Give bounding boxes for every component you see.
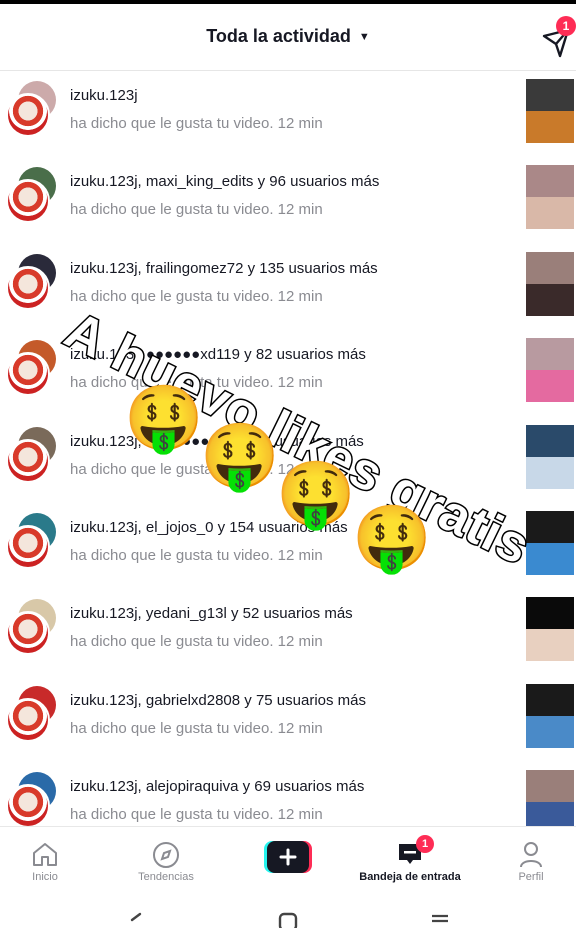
nav-inbox-label: Bandeja de entrada [359, 871, 461, 883]
activity-time: 12 min [277, 115, 323, 132]
activity-action: ha dicho que le gusta tu video. [70, 547, 274, 564]
dm-badge: 1 [556, 16, 576, 36]
nav-profile[interactable]: Perfil [500, 827, 562, 899]
profile-icon [520, 842, 542, 868]
activity-description: ha dicho que le gusta tu video. 12 min [70, 288, 323, 305]
avatar[interactable] [6, 784, 50, 829]
avatar[interactable] [6, 352, 50, 397]
activity-title[interactable]: izuku.123j, gabrielxd2808 y 75 usuarios … [70, 692, 366, 709]
activity-time: 12 min [277, 460, 323, 478]
activity-time: 12 min [277, 719, 323, 737]
activity-row[interactable]: izuku.123j ha dicho que le gusta tu video… [0, 71, 576, 157]
nav-home[interactable]: Inicio [10, 827, 80, 899]
video-thumbnail[interactable] [526, 511, 574, 575]
bottom-nav: Inicio Tendencias Bandeja de entrada 1 P… [0, 826, 576, 899]
video-thumbnail[interactable] [526, 770, 574, 835]
activity-title[interactable]: izuku.123j [70, 87, 138, 104]
inbox-badge: 1 [416, 835, 434, 853]
activity-description: ha dicho que le gusta tu video. 12 min [70, 461, 323, 478]
activity-description: ha dicho que le gusta tu video. 12 min [70, 201, 323, 218]
activity-row[interactable]: izuku.123j, ●●●●●●●●●● y ●● usuarios más… [0, 417, 576, 503]
activity-time: 12 min [277, 806, 323, 824]
activity-row[interactable]: izuku.123j, gabrielxd2808 y 75 usuarios … [0, 676, 576, 762]
system-nav-bar [0, 898, 576, 928]
activity-title[interactable]: izuku.123j, el_jojos_0 y 154 usuarios má… [70, 519, 348, 536]
activity-time: 12 min [277, 374, 323, 392]
nav-discover-label: Tendencias [138, 871, 194, 883]
activity-title[interactable]: izuku.123j, yedani_g13l y 52 usuarios má… [70, 605, 353, 622]
video-thumbnail[interactable] [526, 683, 574, 748]
thumbnail-image [526, 283, 574, 316]
back-icon[interactable] [128, 912, 144, 928]
avatar[interactable] [6, 525, 50, 569]
caret-down-icon: ▼ [358, 31, 370, 43]
nav-home-label: Inicio [32, 871, 58, 883]
recents-icon[interactable] [430, 912, 450, 928]
activity-description: ha dicho que le gusta tu video. 12 min [70, 115, 323, 132]
avatar[interactable] [6, 697, 50, 742]
activity-action: ha dicho que le gusta tu video. [70, 201, 274, 219]
activity-time: 12 min [277, 547, 323, 564]
thumbnail-image [526, 370, 574, 403]
activity-title[interactable]: izuku.123j, alejopiraquiva y 69 usuarios… [70, 778, 364, 795]
thumbnail-image [526, 197, 574, 230]
activity-description: ha dicho que le gusta tu video. 12 min [70, 633, 323, 650]
header: Toda la actividad ▼ 1 [0, 4, 576, 71]
activity-action: ha dicho que le gusta tu video. [70, 374, 274, 392]
activity-time: 12 min [277, 201, 323, 219]
thumbnail-image [526, 456, 574, 489]
activity-action: ha dicho que le gusta tu video. [70, 287, 274, 305]
activity-title[interactable]: izuku.123j, ●●●●●●xd119 y 82 usuarios má… [70, 346, 366, 363]
home-icon [33, 843, 57, 866]
avatar[interactable] [6, 438, 50, 483]
activity-title[interactable]: izuku.123j, ●●●●●●●●●● y ●● usuarios más [70, 433, 364, 450]
video-thumbnail[interactable] [526, 424, 574, 489]
activity-description: ha dicho que le gusta tu video. 12 min [70, 720, 323, 737]
avatar[interactable] [6, 93, 50, 137]
video-thumbnail[interactable] [526, 338, 574, 403]
activity-description: ha dicho que le gusta tu video. 12 min [70, 806, 323, 823]
activity-filter-dropdown[interactable]: Toda la actividad ▼ [0, 26, 576, 47]
thumbnail-image [526, 111, 574, 143]
activity-action: ha dicho que le gusta tu video. [70, 633, 274, 651]
activity-row[interactable]: izuku.123j, el_jojos_0 y 154 usuarios má… [0, 503, 576, 589]
activity-action: ha dicho que le gusta tu video. [70, 806, 274, 824]
thumbnail-image [526, 543, 574, 575]
activity-row[interactable]: izuku.123j, ●●●●●●xd119 y 82 usuarios má… [0, 330, 576, 416]
activity-action: ha dicho que le gusta tu video. [70, 460, 274, 478]
nav-inbox[interactable]: Bandeja de entrada [352, 827, 468, 899]
nav-profile-label: Perfil [518, 871, 544, 883]
avatar[interactable] [6, 611, 50, 656]
video-thumbnail[interactable] [526, 597, 574, 662]
avatar[interactable] [6, 179, 50, 224]
video-thumbnail[interactable] [526, 79, 574, 143]
activity-time: 12 min [277, 287, 323, 305]
activity-description: ha dicho que le gusta tu video. 12 min [70, 547, 323, 564]
create-button[interactable] [264, 841, 312, 873]
video-thumbnail[interactable] [526, 251, 574, 316]
activity-description: ha dicho que le gusta tu video. 12 min [70, 374, 323, 391]
avatar[interactable] [6, 265, 50, 310]
activity-title[interactable]: izuku.123j, maxi_king_edits y 96 usuario… [70, 173, 379, 190]
home-button-icon[interactable] [278, 912, 298, 928]
video-thumbnail[interactable] [526, 165, 574, 230]
page-title: Toda la actividad [206, 26, 351, 46]
activity-title[interactable]: izuku.123j, frailingomez72 y 135 usuario… [70, 260, 378, 277]
activity-row[interactable]: izuku.123j, frailingomez72 y 135 usuario… [0, 244, 576, 330]
nav-discover[interactable]: Tendencias [126, 827, 206, 899]
compass-icon [153, 842, 179, 868]
thumbnail-image [526, 715, 574, 748]
activity-row[interactable]: izuku.123j, maxi_king_edits y 96 usuario… [0, 157, 576, 243]
activity-row[interactable]: izuku.123j, yedani_g13l y 52 usuarios má… [0, 589, 576, 675]
activity-action: ha dicho que le gusta tu video. [70, 115, 274, 132]
thumbnail-image [526, 629, 574, 662]
activity-time: 12 min [277, 633, 323, 651]
activity-action: ha dicho que le gusta tu video. [70, 719, 274, 737]
